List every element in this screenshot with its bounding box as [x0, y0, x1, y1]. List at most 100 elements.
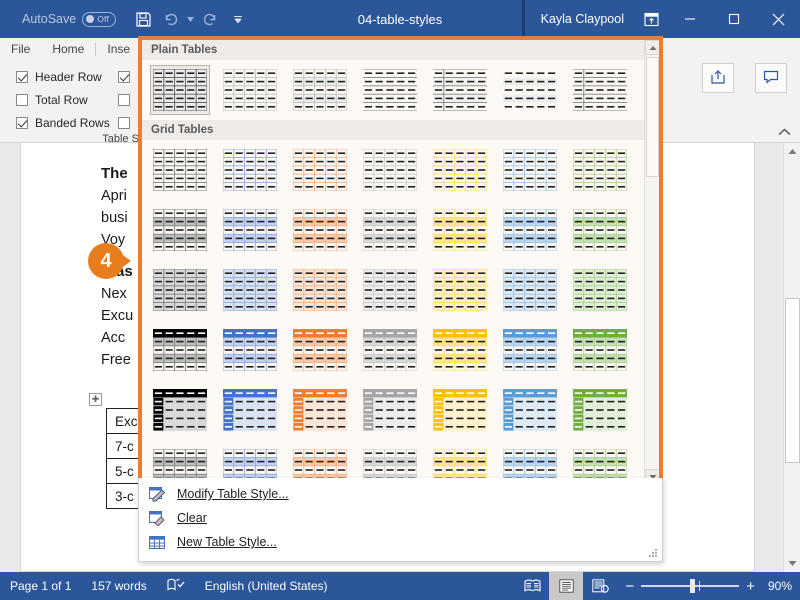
table-style-tile[interactable] [500, 65, 560, 115]
gallery-scrollbar-thumb[interactable] [646, 57, 659, 177]
document-vertical-scrollbar[interactable] [783, 143, 800, 572]
table-style-tile[interactable] [430, 385, 490, 435]
table-style-tile[interactable] [570, 265, 630, 315]
gallery-scroll-up-icon[interactable] [645, 40, 659, 55]
table-style-tile[interactable] [360, 65, 420, 115]
collapse-ribbon-button[interactable] [776, 125, 792, 139]
table-style-tile[interactable] [570, 205, 630, 255]
table-style-tile[interactable] [430, 65, 490, 115]
table-style-tile[interactable] [430, 145, 490, 195]
zoom-slider-track[interactable] [641, 579, 740, 593]
account-name[interactable]: Kayla Claypool [521, 0, 634, 38]
web-layout-icon[interactable] [583, 572, 617, 600]
table-style-tile[interactable] [500, 385, 560, 435]
zoom-out-button[interactable]: − [625, 579, 634, 594]
menu-item-new-table-style[interactable]: New Table Style... [139, 530, 662, 554]
maximize-button[interactable] [712, 0, 756, 38]
close-button[interactable] [756, 0, 800, 38]
table-style-tile[interactable] [220, 205, 280, 255]
table-style-tile[interactable] [570, 65, 630, 115]
checkbox-last-column-box[interactable] [118, 93, 130, 106]
zoom-slider-knob[interactable] [690, 579, 696, 593]
redo-icon[interactable] [197, 6, 223, 32]
table-style-tile[interactable] [220, 65, 280, 115]
table-style-tile[interactable] [430, 325, 490, 375]
zoom-in-button[interactable]: + [746, 579, 755, 594]
autosave-toggle[interactable]: Off [82, 11, 117, 27]
chevron-down-icon[interactable] [225, 6, 251, 32]
resize-grip-icon[interactable] [649, 549, 657, 557]
table-style-tile[interactable] [360, 145, 420, 195]
language-indicator[interactable]: English (United States) [195, 579, 338, 593]
table-style-tile[interactable] [290, 325, 350, 375]
print-layout-icon[interactable] [549, 572, 584, 600]
gallery-scrollbar[interactable] [644, 40, 659, 484]
read-mode-icon[interactable] [515, 572, 549, 600]
undo-dropdown-icon[interactable] [186, 6, 195, 32]
minimize-button[interactable] [668, 0, 712, 38]
scrollbar-thumb[interactable] [785, 298, 800, 463]
checkbox-total-row-box[interactable] [16, 93, 28, 106]
table-style-tile[interactable] [290, 145, 350, 195]
table-style-tile[interactable] [430, 265, 490, 315]
table-style-tile[interactable] [150, 65, 210, 115]
table-style-tile[interactable] [360, 205, 420, 255]
table-move-handle[interactable]: ✚ [89, 393, 102, 406]
tab-file[interactable]: File [0, 38, 41, 61]
word-count[interactable]: 157 words [81, 579, 156, 593]
table-style-thumbnail [223, 209, 277, 251]
comments-button[interactable] [755, 63, 787, 93]
checkbox-header-row-box[interactable] [16, 70, 28, 83]
zoom-level[interactable]: 90% [768, 579, 792, 593]
table-style-thumbnail [363, 269, 417, 311]
undo-icon[interactable] [158, 6, 184, 32]
table-style-tile[interactable] [500, 145, 560, 195]
table-style-tile[interactable] [570, 145, 630, 195]
table-style-tile[interactable] [220, 385, 280, 435]
menu-item-clear[interactable]: Clear [139, 506, 662, 530]
table-style-tile[interactable] [570, 325, 630, 375]
table-style-tile[interactable] [500, 325, 560, 375]
table-style-tile[interactable] [570, 385, 630, 435]
menu-item-modify-table-style[interactable]: Modify Table Style... [139, 482, 662, 506]
table-style-tile[interactable] [360, 325, 420, 375]
share-button[interactable] [702, 63, 734, 93]
tab-insert[interactable]: Inse [96, 38, 141, 61]
table-style-tile[interactable] [150, 205, 210, 255]
table-style-tile[interactable] [500, 205, 560, 255]
checkbox-banded-columns-box[interactable] [118, 116, 130, 129]
table-style-tile[interactable] [360, 385, 420, 435]
ribbon-display-options-icon[interactable] [634, 0, 668, 38]
table-style-tile[interactable] [290, 265, 350, 315]
table-style-tile[interactable] [150, 145, 210, 195]
table-style-tile[interactable] [430, 205, 490, 255]
table-style-thumbnail [573, 329, 627, 371]
checkbox-first-column-box[interactable] [118, 70, 130, 83]
table-style-tile[interactable] [360, 265, 420, 315]
zoom-slider[interactable]: − + 90% [617, 579, 800, 594]
table-style-thumbnail [153, 69, 207, 111]
scroll-down-arrow-icon[interactable] [784, 555, 800, 572]
proofing-errors-icon[interactable] [157, 578, 195, 595]
checkbox-banded-rows-box[interactable] [16, 116, 28, 129]
autosave-label: AutoSave [22, 12, 77, 26]
table-style-thumbnail [573, 69, 627, 111]
table-style-tile[interactable] [290, 385, 350, 435]
table-style-tile[interactable] [220, 325, 280, 375]
table-style-tile[interactable] [150, 325, 210, 375]
table-style-tile[interactable] [290, 205, 350, 255]
clear-table-style-icon [147, 509, 167, 527]
table-style-tile[interactable] [500, 265, 560, 315]
table-style-tile[interactable] [220, 145, 280, 195]
table-style-thumbnail [153, 209, 207, 251]
page-indicator[interactable]: Page 1 of 1 [0, 579, 81, 593]
autosave-control[interactable]: AutoSave Off [22, 11, 117, 27]
table-style-tile[interactable] [150, 385, 210, 435]
table-style-tile[interactable] [290, 65, 350, 115]
table-style-tile[interactable] [150, 265, 210, 315]
scroll-up-arrow-icon[interactable] [784, 143, 800, 160]
save-icon[interactable] [130, 6, 156, 32]
table-style-tile[interactable] [220, 265, 280, 315]
table-styles-gallery[interactable]: Plain Tables Grid Tables [138, 36, 663, 488]
tab-home[interactable]: Home [41, 38, 95, 61]
